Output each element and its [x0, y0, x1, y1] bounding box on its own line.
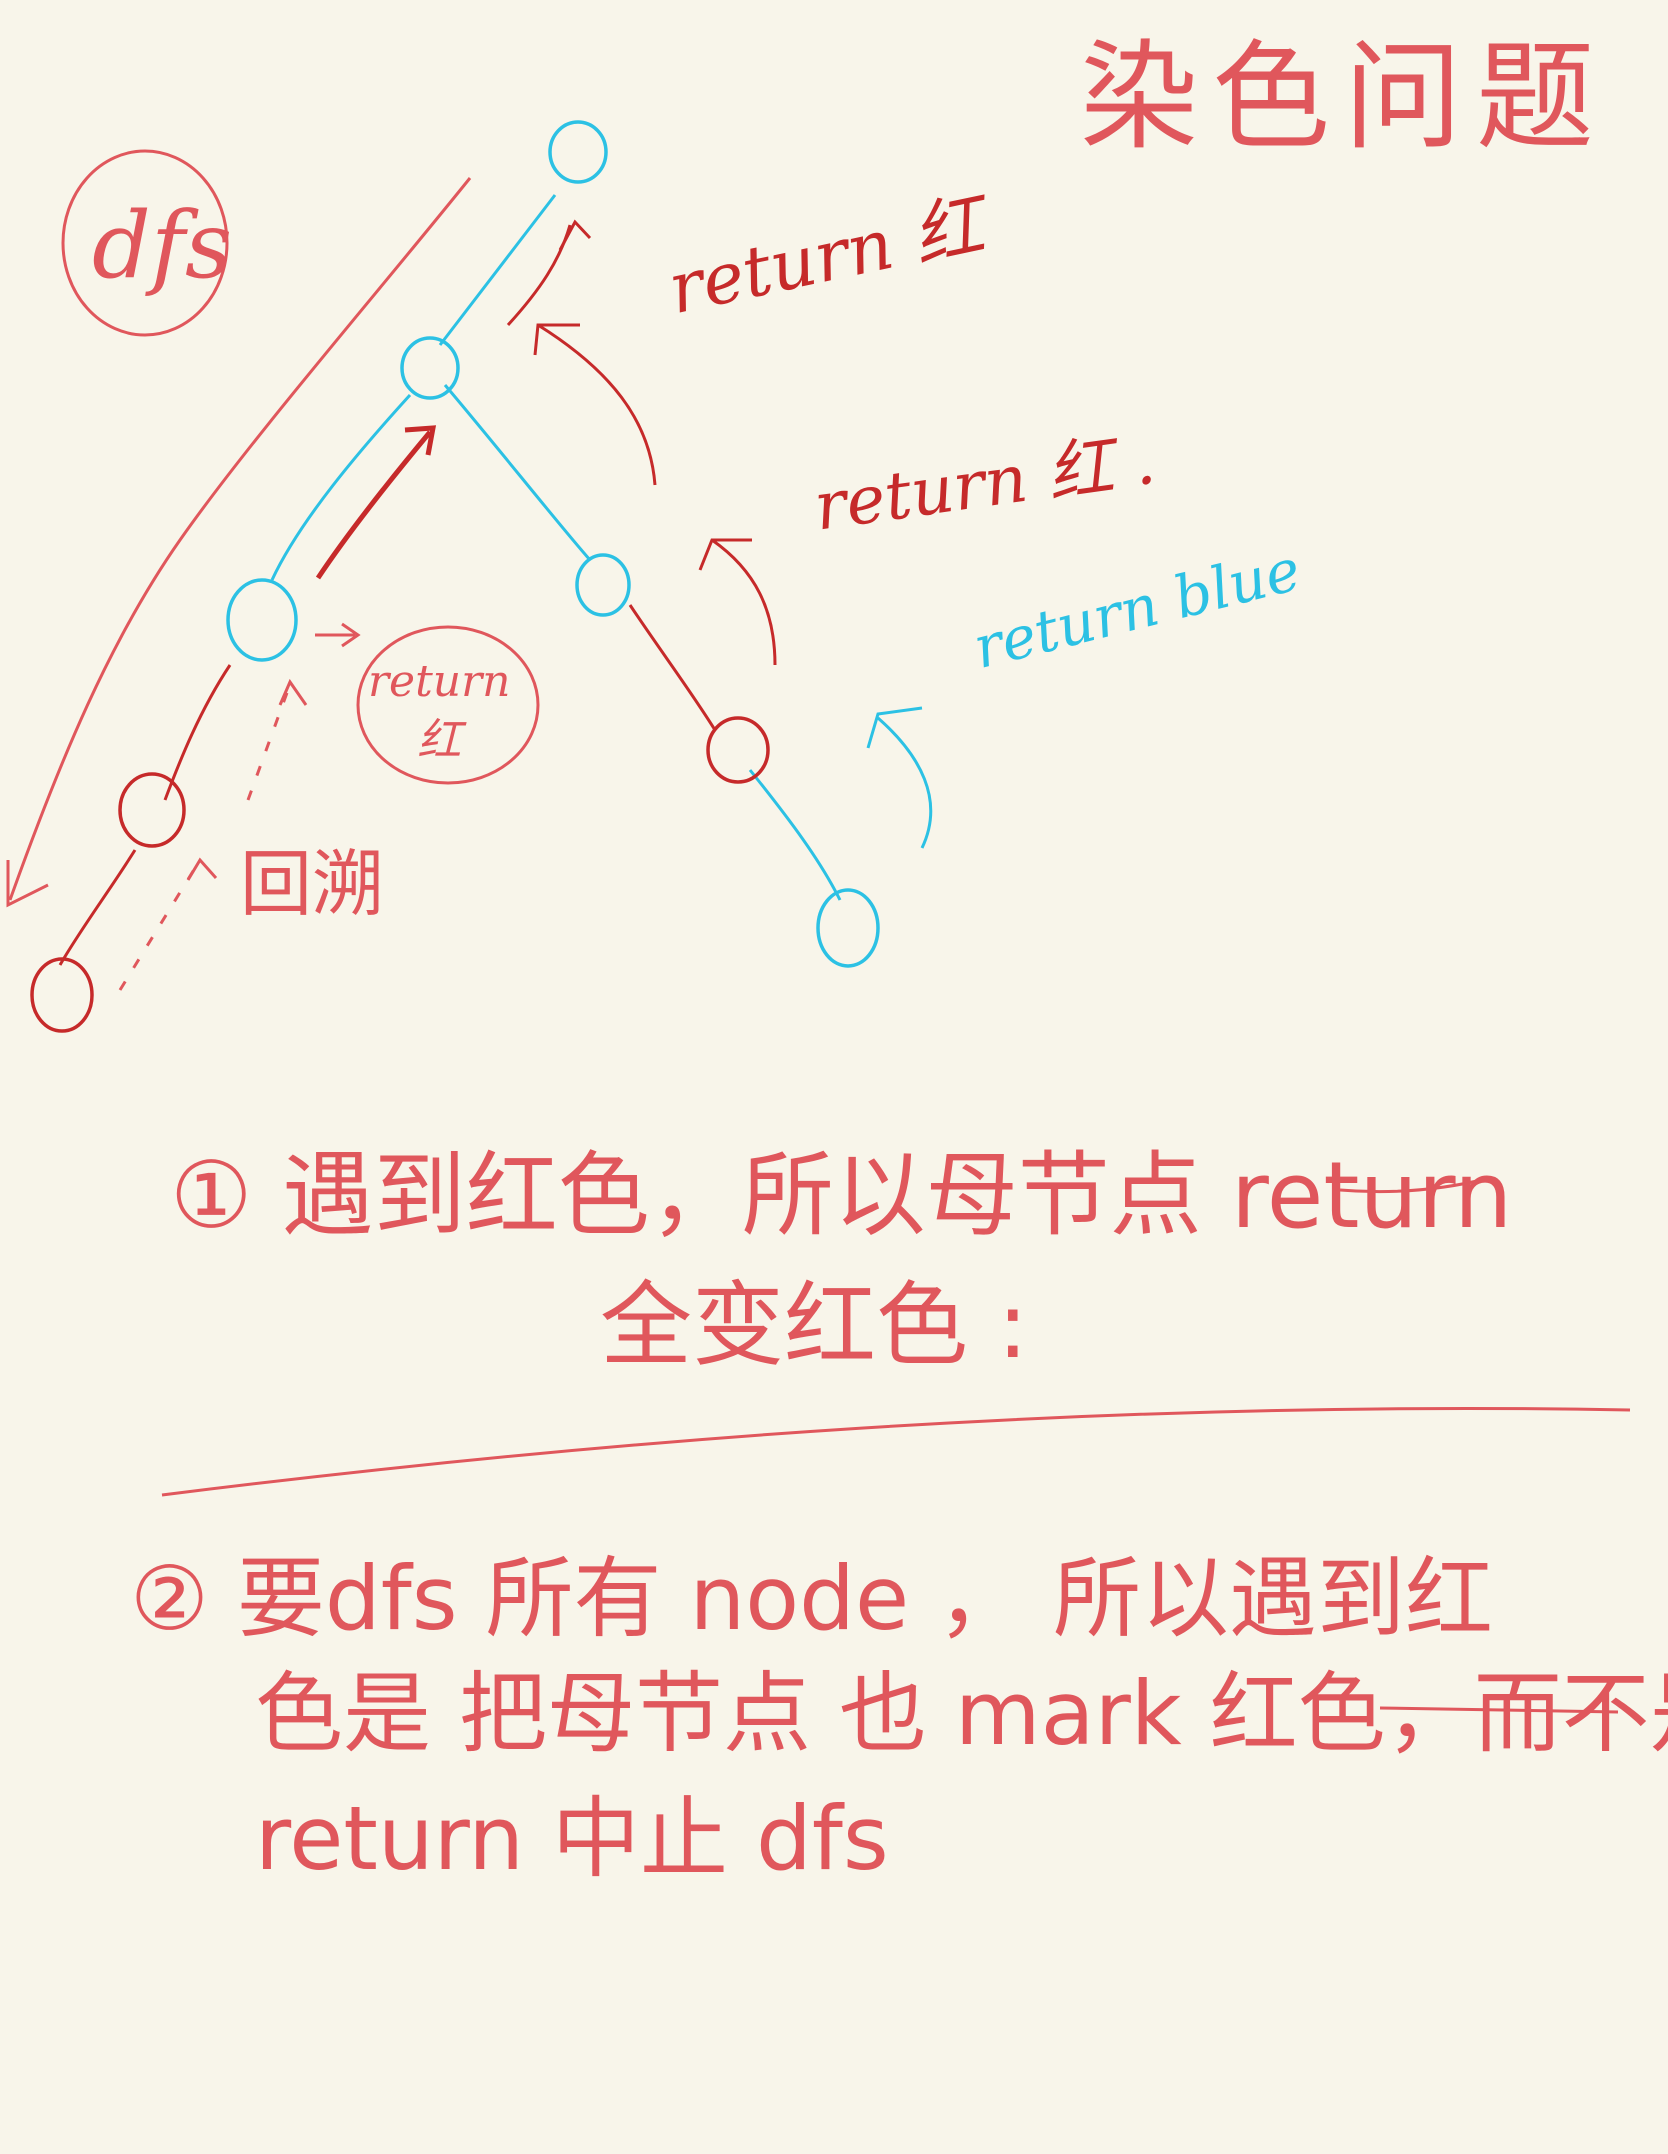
note2-line3: return 中止 dfs	[255, 1787, 889, 1890]
tree-node-n3	[575, 553, 631, 617]
edge-n1-to-n3	[443, 384, 592, 561]
small-arrow-to-return	[315, 622, 361, 648]
edge-n2-to-n6	[163, 664, 232, 801]
tree-node-root	[548, 120, 608, 184]
return-arrow-n5-to-n4	[877, 716, 933, 849]
note2-line1: ② 要dfs 所有 node ， 所以遇到红	[130, 1547, 1494, 1650]
backtrack-arrow-upper	[246, 689, 290, 801]
edge-n3-to-n4	[628, 604, 717, 731]
note1-line1: ① 遇到红色，所以母节点 return	[170, 1142, 1513, 1249]
tree-node-n6	[118, 772, 186, 848]
dfs-label: dfs	[92, 192, 233, 299]
return-arrow-upper-head	[558, 219, 592, 251]
edge-n4-to-n5	[748, 769, 842, 901]
note2-line2: 色是 把母节点 也 mark 红色，而不是	[255, 1662, 1668, 1765]
dfs-traversal-arrowhead	[6, 860, 49, 908]
note-canvas: 染色问题 dfs return 红 return 红 . return blue…	[0, 0, 1668, 2154]
tree-node-n5	[816, 888, 880, 968]
return-arrow-n4-to-n3-head	[698, 538, 752, 571]
tree-node-n4	[706, 716, 770, 784]
return-arrow-n1-to-root	[537, 323, 657, 486]
tree-node-n7	[30, 957, 94, 1033]
edge-root-to-n1	[438, 194, 557, 346]
return-arrow-n2-to-n1	[315, 430, 432, 580]
return-arrow-n4-to-n3	[711, 538, 777, 666]
backtrack-arrow-lower	[118, 867, 197, 991]
return-red-small-line1: return	[368, 656, 511, 707]
return-arrow-n5-to-n4-head	[866, 706, 923, 749]
dfs-traversal-arrow	[8, 177, 472, 901]
backtrack-label: 回溯	[240, 842, 385, 926]
section-divider	[161, 1406, 1631, 1497]
tree-node-n2	[226, 578, 298, 662]
edge-n6-to-n7	[58, 849, 137, 966]
return-red-label-small: return 红	[368, 652, 510, 771]
backtrack-arrow-lower-head	[186, 857, 218, 881]
return-red-small-line2: 红	[417, 715, 462, 767]
return-arrow-upper	[506, 224, 572, 327]
tree-node-n1	[400, 336, 460, 400]
note1-line2: 全变红色 :	[600, 1272, 1029, 1379]
edge-n1-to-n2	[270, 393, 412, 581]
page-title: 染色问题	[1080, 28, 1609, 166]
